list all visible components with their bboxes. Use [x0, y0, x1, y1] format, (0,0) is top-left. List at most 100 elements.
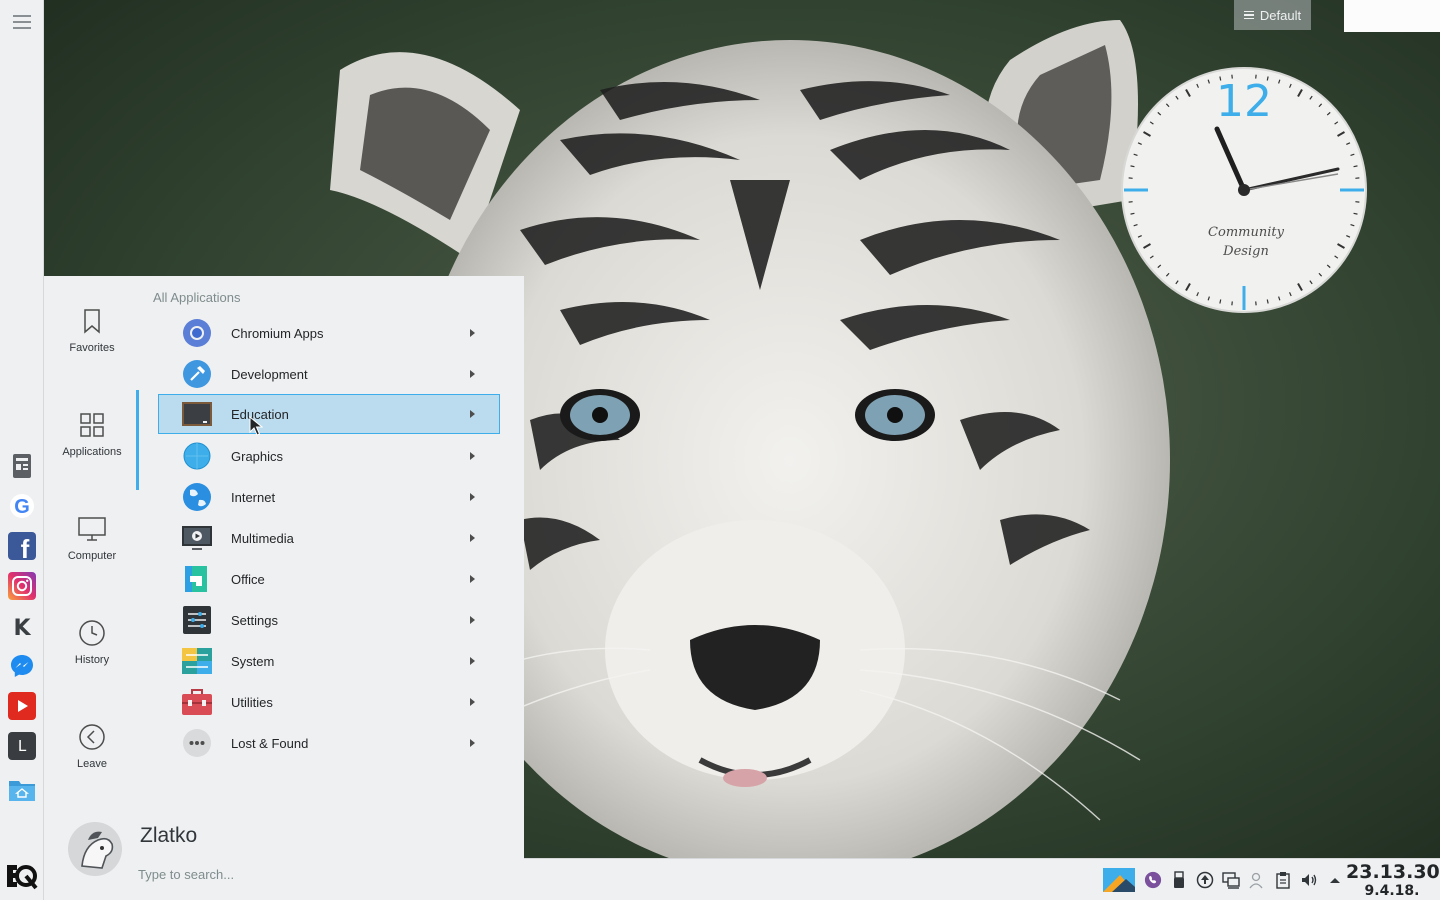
clock-time: 23.13.30 — [1346, 861, 1440, 883]
avatar[interactable] — [68, 822, 122, 876]
usb-device-icon[interactable] — [1170, 871, 1188, 889]
submenu-arrow-icon — [470, 739, 475, 747]
active-tab-indicator — [136, 390, 139, 490]
sidebar-label-computer: Computer — [67, 550, 117, 562]
globe-icon — [181, 481, 213, 513]
clock-date: 9.4.18. — [1364, 883, 1420, 899]
instagram-icon[interactable] — [8, 572, 36, 600]
submenu-arrow-icon — [470, 657, 475, 665]
search-input[interactable] — [138, 862, 498, 886]
libreoffice-icon[interactable]: L — [8, 732, 36, 760]
clock-tick — [1266, 299, 1269, 304]
facebook-icon[interactable]: f — [8, 532, 36, 560]
viber-icon[interactable] — [1144, 871, 1162, 889]
section-title: All Applications — [153, 290, 241, 305]
category-label: Lost & Found — [231, 735, 309, 751]
network-icon[interactable] — [1222, 871, 1240, 889]
graphics-icon — [181, 440, 213, 472]
submenu-arrow-icon — [470, 575, 475, 583]
category-office[interactable]: Office — [158, 559, 500, 599]
back-arrow-icon — [77, 722, 107, 752]
clock-tick — [1353, 212, 1358, 215]
category-label: Graphics — [231, 448, 284, 464]
category-lost-and-found[interactable]: Lost & Found — [158, 723, 500, 763]
system-icon — [181, 645, 213, 677]
svg-text:f: f — [21, 534, 30, 560]
category-utilities[interactable]: Utilities — [158, 682, 500, 722]
bookmark-icon — [77, 306, 107, 336]
category-label: Settings — [231, 612, 278, 628]
category-label: Chromium Apps — [231, 325, 324, 341]
analog-clock-widget[interactable]: 12 Community Design — [1120, 66, 1368, 314]
clipboard-icon[interactable] — [1274, 871, 1292, 889]
document-viewer-icon[interactable] — [8, 452, 36, 480]
category-label: Office — [231, 571, 265, 587]
submenu-arrow-icon — [470, 452, 475, 460]
sidebar-label-leave: Leave — [77, 758, 107, 770]
home-folder-icon[interactable] — [8, 776, 36, 804]
sidebar-item-computer[interactable]: Computer — [44, 514, 140, 594]
category-graphics[interactable]: Graphics — [158, 436, 500, 476]
sidebar-label-applications: Applications — [62, 446, 122, 458]
mouse-cursor-icon — [249, 416, 263, 436]
category-internet[interactable]: Internet — [158, 477, 500, 517]
clock-brand-line1: Community — [1208, 225, 1285, 240]
taskbar: 23.13.30 9.4.18. — [524, 858, 1440, 900]
category-development[interactable]: Development — [158, 354, 500, 394]
sidebar-item-applications[interactable]: Applications — [44, 410, 140, 490]
sidebar-item-history[interactable]: History — [44, 618, 140, 698]
category-settings[interactable]: Settings — [158, 600, 500, 640]
desktop-pager-icon[interactable] — [1102, 867, 1136, 893]
clock-icon — [77, 618, 107, 648]
svg-text:G: G — [14, 496, 30, 518]
category-multimedia[interactable]: Multimedia — [158, 518, 500, 558]
clock-tick — [1353, 165, 1358, 168]
submenu-arrow-icon — [470, 410, 475, 418]
more-icon — [181, 727, 213, 759]
user-area: Zlatko — [44, 806, 524, 900]
clock-tick — [1219, 299, 1222, 304]
panel-menu-icon[interactable] — [13, 13, 31, 31]
messenger-icon[interactable] — [8, 652, 36, 680]
category-label: Internet — [231, 489, 276, 505]
clock-tick — [1130, 165, 1135, 168]
activity-switcher-button[interactable]: Default — [1234, 0, 1311, 30]
clock-center-pin — [1238, 184, 1250, 196]
svg-text:K: K — [13, 616, 31, 639]
toolbox-icon — [181, 686, 213, 718]
category-chromium-apps[interactable]: Chromium Apps — [158, 313, 500, 353]
sidebar-item-leave[interactable]: Leave — [44, 722, 140, 802]
clock-tick — [1130, 212, 1135, 215]
chromium-icon — [181, 317, 213, 349]
user-name: Zlatko — [140, 824, 198, 847]
youtube-icon[interactable] — [8, 692, 36, 720]
volume-icon[interactable] — [1300, 871, 1318, 889]
application-launcher-icon[interactable] — [5, 862, 39, 890]
category-system[interactable]: System — [158, 641, 500, 681]
left-panel: G f K L — [0, 0, 44, 900]
settings-icon — [181, 604, 213, 636]
sidebar-item-favorites[interactable]: Favorites — [44, 306, 140, 386]
top-right-widget — [1344, 0, 1440, 32]
submenu-arrow-icon — [470, 534, 475, 542]
submenu-arrow-icon — [470, 493, 475, 501]
digital-clock[interactable]: 23.13.30 9.4.18. — [1346, 861, 1440, 899]
submenu-arrow-icon — [470, 329, 475, 337]
clock-numeral: 12 — [1216, 76, 1272, 127]
category-education[interactable]: Education — [158, 394, 500, 434]
category-label: Development — [231, 366, 308, 382]
grid-icon — [77, 410, 107, 440]
category-label: Multimedia — [231, 530, 294, 546]
activity-label: Default — [1259, 7, 1302, 23]
system-tray — [1102, 859, 1344, 900]
updates-icon[interactable] — [1196, 871, 1214, 889]
submenu-arrow-icon — [470, 616, 475, 624]
show-hidden-icons-arrow-icon[interactable] — [1326, 871, 1344, 889]
sidebar-label-history: History — [74, 654, 110, 666]
chalkboard-icon — [181, 398, 213, 430]
user-switch-icon[interactable] — [1248, 871, 1266, 889]
launcher-sidebar: Favorites Applications Computer History … — [44, 276, 140, 796]
kde-icon[interactable]: K — [8, 612, 36, 640]
google-icon[interactable]: G — [8, 492, 36, 520]
application-launcher-menu: Favorites Applications Computer History … — [44, 276, 524, 900]
